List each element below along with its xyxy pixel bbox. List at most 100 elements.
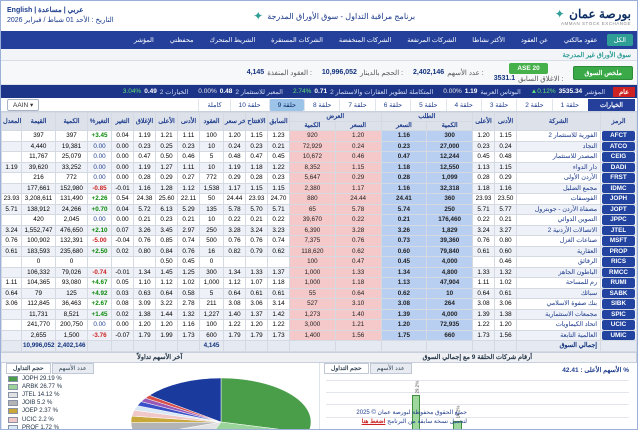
company-name[interactable]: رم للمساحة xyxy=(517,278,601,289)
symbol-badge-ATCO[interactable]: ATCO xyxy=(602,142,635,152)
table-row[interactable]: 0.76100,902132,391-5.00-0.040.760.850.74… xyxy=(2,236,637,247)
symbol-badge-RMCC[interactable]: RMCC xyxy=(602,268,635,278)
company-name[interactable]: الأردن الأولى xyxy=(517,173,601,184)
company-name[interactable]: مجمع الضليل xyxy=(517,183,601,194)
nav-item-الشريط المتحرك[interactable]: الشريط المتحرك xyxy=(203,34,263,46)
table-row[interactable]: 4,44019,3810.000.000.230.250.23100.240.2… xyxy=(2,141,637,152)
table-row[interactable]: 4202,0450.000.000.210.230.21100.220.210.… xyxy=(2,215,637,226)
nav-item-الشركات المستقرة[interactable]: الشركات المستقرة xyxy=(264,34,330,46)
symbol-badge-JOPT[interactable]: JOPT xyxy=(602,205,635,215)
table-row[interactable]: 3.06112,84536,463+2.670.083.093.222.7821… xyxy=(2,299,637,310)
symbol-badge-JPPC[interactable]: JPPC xyxy=(602,215,635,225)
table-row[interactable]: 397397+3.450.041.191.211.111001.201.151.… xyxy=(2,131,637,142)
totals-cell xyxy=(427,341,473,352)
table-row[interactable]: 3.241,552,747476,650+2.100.073.263.452.9… xyxy=(2,225,637,236)
symbol-badge-MSFT[interactable]: MSFT xyxy=(602,236,635,246)
tab-options[interactable]: الخيارات xyxy=(588,99,635,111)
symbol-badge-JOPH[interactable]: JOPH xyxy=(602,194,635,204)
nav-item-الأكثر نشاطا[interactable]: الأكثر نشاطا xyxy=(465,34,512,46)
ring-tab-حلقة 6[interactable]: حلقة 6 xyxy=(375,99,410,111)
symbol-dropdown[interactable]: AAIN ▾ xyxy=(7,99,39,111)
table-row[interactable]: 000.500.4501000.470.454,0000.46الرقائقRI… xyxy=(2,257,637,268)
ring-tab-حلقة 7[interactable]: حلقة 7 xyxy=(339,99,374,111)
cell: 0.21 xyxy=(246,215,268,226)
table-row[interactable]: 0.6479125+4.920.030.630.640.5850.640.610… xyxy=(2,288,637,299)
symbol-badge-PROP[interactable]: PROP xyxy=(602,247,635,257)
cell: 0.80 xyxy=(495,236,517,247)
company-name[interactable]: مجمعات الاستثمارية xyxy=(517,309,601,320)
table-row[interactable]: 11,7318,521+1.450.021.381.441.321,2271.4… xyxy=(2,309,637,320)
company-name[interactable]: المصدر للاستثمار xyxy=(517,152,601,163)
market-summary-button[interactable]: ملخص السوق xyxy=(573,66,633,80)
panel-tab-عدد الأسهم[interactable]: عدد الأسهم xyxy=(52,363,94,374)
symbol-badge-SPIC[interactable]: SPIC xyxy=(602,310,635,320)
panel-tab-عدد الأسهم[interactable]: عدد الأسهم xyxy=(370,363,412,374)
symbol-badge-SABK[interactable]: SABK xyxy=(602,289,635,299)
table-row[interactable]: 23.933,208,611131,490+2.260.5424.3825.60… xyxy=(2,194,637,205)
cell xyxy=(88,257,112,268)
table-row[interactable]: 106,33279,026-0.74-0.011.341.451.253001.… xyxy=(2,267,637,278)
bar-column: 0.42%BMCC xyxy=(496,381,509,430)
symbol-badge-AFCT[interactable]: AFCT xyxy=(602,131,635,141)
symbol-badge-RICS[interactable]: RICS xyxy=(602,257,635,267)
symbol-badge-FRST[interactable]: FRST xyxy=(602,173,635,183)
click-here-link[interactable]: اضغط هنا xyxy=(362,419,386,425)
company-name[interactable]: العالمية التابعة xyxy=(517,330,601,341)
company-name[interactable]: الباطون الجاهز xyxy=(517,267,601,278)
nav-item-محفظتي[interactable]: محفظتي xyxy=(163,34,201,46)
ring-tab-حلقة 9[interactable]: حلقة 9 xyxy=(269,99,304,111)
shares-value: 2,402,146 xyxy=(413,69,444,76)
company-name[interactable]: التموين الدوائي xyxy=(517,215,601,226)
company-name[interactable]: الفوسفات xyxy=(517,194,601,205)
nav-item-المؤشر[interactable]: المؤشر xyxy=(127,34,161,46)
panel-tab-حجم التداول[interactable]: حجم التداول xyxy=(324,363,369,374)
panel-tab-حجم التداول[interactable]: حجم التداول xyxy=(6,363,51,374)
nav-item-الشركات المنخفضة[interactable]: الشركات المنخفضة xyxy=(332,34,398,46)
company-name[interactable]: دار الدواء xyxy=(517,162,601,173)
table-row[interactable]: 1.1939,62033,2520.000.001.191.271.11101.… xyxy=(2,162,637,173)
company-name[interactable]: العقارية xyxy=(517,246,601,257)
language-links[interactable]: English | عربي | مساعدة xyxy=(7,6,114,16)
cell: 1,227 xyxy=(200,309,224,320)
table-row[interactable]: 0.61183,593235,680+2.500.020.800.840.761… xyxy=(2,246,637,257)
symbol-badge-RUMI[interactable]: RUMI xyxy=(602,278,635,288)
symbol-badge-UCIC[interactable]: UCIC xyxy=(602,320,635,330)
ring-tab-حلقة 3[interactable]: حلقة 3 xyxy=(481,99,516,111)
table-row[interactable]: 11,76725,0790.000.000.470.500.4650.480.4… xyxy=(2,152,637,163)
ring-tab-حلقة 8[interactable]: حلقة 8 xyxy=(304,99,339,111)
company-name[interactable]: الرقائق xyxy=(517,257,601,268)
ring-tab-حلقة 10[interactable]: حلقة 10 xyxy=(230,99,269,111)
symbol-badge-SIBK[interactable]: SIBK xyxy=(602,299,635,309)
table-row[interactable]: 2,6551,500-3.76-0.071.791.991.736001.791… xyxy=(2,330,637,341)
symbol-badge-CEIG[interactable]: CEIG xyxy=(602,152,635,162)
symbol-badge-JTEL[interactable]: JTEL xyxy=(602,226,635,236)
totals-cell xyxy=(268,341,290,352)
nav-item-الكل[interactable]: الكل xyxy=(607,34,633,46)
table-row[interactable]: 5.71138,91224,266+0.700.045.726.135.2913… xyxy=(2,204,637,215)
company-name[interactable]: اتحاد الكيماويات xyxy=(517,320,601,331)
ring-tab-حلقة 1[interactable]: حلقة 1 xyxy=(552,99,587,111)
table-row[interactable]: 1.11104,36593,080+4.670.051.101.121.021,… xyxy=(2,278,637,289)
ring-tab-حلقة 4[interactable]: حلقة 4 xyxy=(446,99,481,111)
company-name[interactable]: سبائك xyxy=(517,288,601,299)
table-row[interactable]: 241,770200,7500.000.001.201.201.161001.2… xyxy=(2,320,637,331)
nav-item-الشركات المرتفعة[interactable]: الشركات المرتفعة xyxy=(400,34,463,46)
company-name[interactable]: النجاد xyxy=(517,141,601,152)
tab-unlisted-market[interactable]: سوق الأوراق غير المدرجة xyxy=(563,51,631,59)
company-name[interactable]: مصفاة الأردن - جوبترول xyxy=(517,204,601,215)
symbol-badge-DADI[interactable]: DADI xyxy=(602,163,635,173)
ring-tab-حلقة 2[interactable]: حلقة 2 xyxy=(516,99,551,111)
nav-item-عن العقود[interactable]: عن العقود xyxy=(514,34,555,46)
company-name[interactable]: بنك صفوة الاسلامي xyxy=(517,299,601,310)
company-name[interactable]: الاتصالات الأردنية 2 xyxy=(517,225,601,236)
cell: 200,750 xyxy=(56,320,88,331)
company-name[interactable]: الفورية للاستثمار 2 xyxy=(517,131,601,142)
ring-tab-حلقة 5[interactable]: حلقة 5 xyxy=(410,99,445,111)
symbol-badge-UMIC[interactable]: UMIC xyxy=(602,331,635,341)
ring-tab-كاملة[interactable]: كاملة xyxy=(198,99,229,111)
table-row[interactable]: 177,661152,980-0.85-0.011.161.281.121,53… xyxy=(2,183,637,194)
nav-item-عقود مالكتي[interactable]: عقود مالكتي xyxy=(557,34,605,46)
symbol-badge-IDMC[interactable]: IDMC xyxy=(602,184,635,194)
company-name[interactable]: صناعات الغزل xyxy=(517,236,601,247)
table-row[interactable]: 2167720.000.000.280.290.277720.290.280.2… xyxy=(2,173,637,184)
